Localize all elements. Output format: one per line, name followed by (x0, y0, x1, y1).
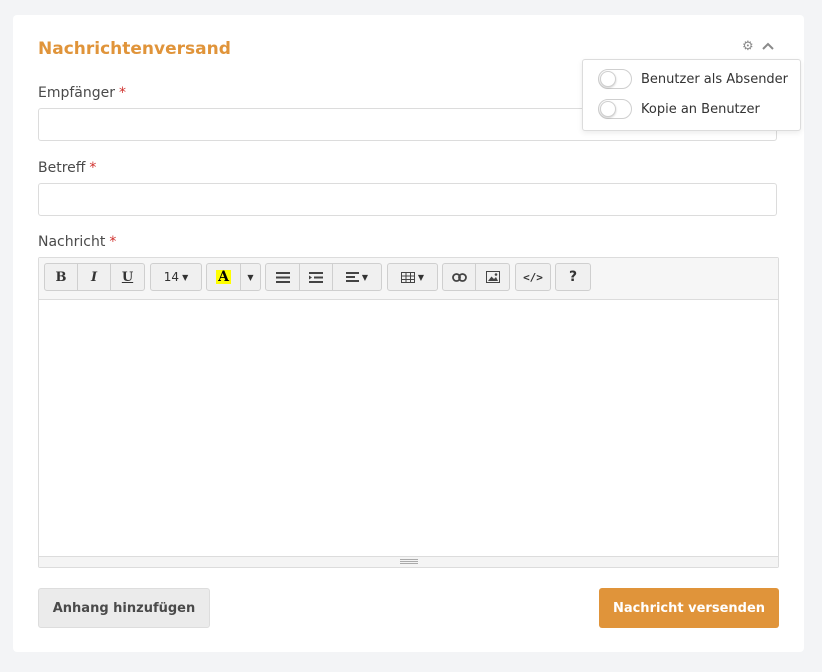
table-icon (400, 271, 415, 283)
copy-to-user-toggle[interactable] (598, 99, 632, 119)
caret-down-icon: ▼ (361, 272, 369, 282)
copy-to-user-label: Kopie an Benutzer (641, 101, 760, 117)
grip-icon (400, 559, 418, 564)
font-size-dropdown[interactable]: 14 ▼ (151, 264, 201, 290)
align-left-icon (345, 272, 359, 282)
insert-link-button[interactable] (443, 264, 476, 290)
add-attachment-button[interactable]: Anhang hinzufügen (38, 588, 210, 628)
caret-down-icon: ▼ (247, 272, 254, 282)
highlight-color-dropdown[interactable]: ▼ (241, 264, 260, 290)
required-mark: * (89, 160, 97, 176)
option-copy-to-user: Kopie an Benutzer (598, 99, 760, 119)
editor-resize-handle[interactable] (39, 556, 778, 567)
highlight-group: A ▼ (206, 263, 261, 291)
help-group: ? (555, 263, 591, 291)
unordered-list-button[interactable] (266, 264, 300, 290)
insert-group (442, 263, 510, 291)
required-mark: * (109, 234, 117, 250)
sender-as-user-label: Benutzer als Absender (641, 71, 789, 87)
caret-down-icon: ▼ (417, 272, 425, 282)
text-style-group: B I U (44, 263, 145, 291)
font-size-group: 14 ▼ (150, 263, 202, 291)
underline-button[interactable]: U (111, 264, 144, 290)
font-size-value: 14 (163, 270, 180, 284)
toggle-knob (600, 71, 616, 87)
ordered-list-icon (309, 271, 323, 283)
panel-header-icons: ⚙ (742, 40, 774, 54)
recipient-label: Empfänger * (38, 85, 127, 101)
message-edit-area[interactable] (39, 300, 778, 550)
ordered-list-button[interactable] (300, 264, 333, 290)
message-label: Nachricht * (38, 234, 117, 250)
caret-down-icon: ▼ (182, 272, 189, 282)
option-sender-as-user: Benutzer als Absender (598, 69, 788, 89)
editor-toolbar: B I U 14 ▼ A ▼ ▼ ▼ </> ? (39, 258, 778, 300)
bold-button[interactable]: B (45, 264, 78, 290)
subject-label: Betreff * (38, 160, 97, 176)
highlight-color-button[interactable]: A (207, 264, 241, 290)
table-dropdown[interactable]: ▼ (388, 264, 437, 290)
paragraph-group: ▼ (265, 263, 382, 291)
help-button[interactable]: ? (556, 264, 590, 290)
gear-icon[interactable]: ⚙ (742, 40, 754, 54)
code-view-button[interactable]: </> (516, 264, 550, 290)
table-group: ▼ (387, 263, 438, 291)
subject-input[interactable] (38, 183, 777, 216)
italic-button[interactable]: I (78, 264, 111, 290)
highlight-a-icon: A (216, 269, 231, 285)
send-message-button[interactable]: Nachricht versenden (599, 588, 779, 628)
link-icon (451, 272, 467, 282)
chevron-up-icon[interactable] (761, 40, 774, 54)
alignment-dropdown[interactable]: ▼ (333, 264, 381, 290)
settings-popover: Benutzer als Absender Kopie an Benutzer (582, 59, 801, 131)
unordered-list-icon (275, 271, 290, 283)
required-mark: * (119, 85, 127, 101)
sender-as-user-toggle[interactable] (598, 69, 632, 89)
insert-image-button[interactable] (476, 264, 509, 290)
toggle-knob (600, 101, 616, 117)
image-icon (485, 271, 500, 283)
code-group: </> (515, 263, 551, 291)
rich-text-editor: B I U 14 ▼ A ▼ ▼ ▼ </> ? (38, 257, 779, 568)
panel-title: Nachrichtenversand (38, 39, 231, 59)
